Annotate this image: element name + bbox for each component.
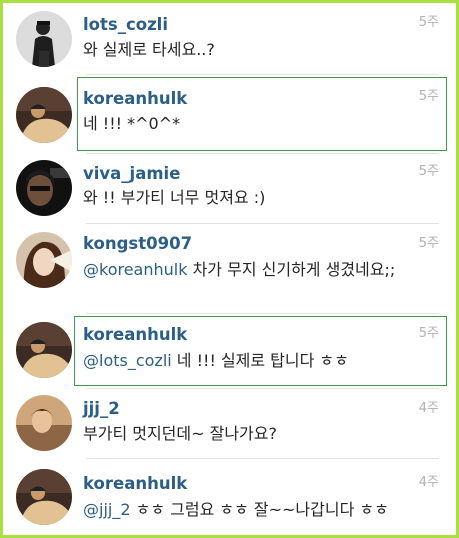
comment-username[interactable]: lots_cozli [83,15,168,34]
comment-body: 네 !!! 실제로 탑니다 ㅎㅎ [171,351,349,370]
comment-body: 부가티 멋지던데~ 잘나가요? [83,424,277,443]
comment-text: 네 !!! *^0^* [83,111,435,137]
avatar-photo-koreanhulk [16,322,72,378]
comment-username[interactable]: kongst0907 [83,234,192,253]
comment-username[interactable]: koreanhulk [83,89,187,108]
comment-item: viva_jamie 5주 와 !! 부가티 너무 멋져요 :) [6,154,453,224]
comment-body: 와 !! 부가티 너무 멋져요 :) [83,188,266,207]
user-avatar[interactable] [16,11,72,67]
comment-username[interactable]: koreanhulk [83,325,187,344]
user-avatar[interactable] [16,160,72,216]
comment-item: lots_cozli 5주 와 실제로 타세요..? [6,3,453,75]
comment-body: ㅎㅎ 그럼요 ㅎㅎ 잘~~나갑니다 ㅎㅎ [130,500,389,519]
comment-username[interactable]: viva_jamie [83,164,180,183]
avatar-photo-kongst [16,232,72,288]
comment-username[interactable]: koreanhulk [83,474,187,493]
comment-item: koreanhulk 5주 네 !!! *^0^* [6,75,453,154]
comment-item: jjj_2 4주 부가티 멋지던데~ 잘나가요? [6,389,453,459]
comment-item: kongst0907 5주 @koreanhulk 차가 무지 신기하게 생겼네… [6,224,453,314]
mention-link[interactable]: @lots_cozli [83,351,172,370]
comments-panel: lots_cozli 5주 와 실제로 타세요..? koreanhulk 5주… [0,0,459,538]
comment-timestamp: 5주 [418,89,439,104]
comment-text: @jjj_2 ㅎㅎ 그럼요 ㅎㅎ 잘~~나갑니다 ㅎㅎ [83,497,435,523]
comment-text: 부가티 멋지던데~ 잘나가요? [83,421,435,447]
avatar-photo-koreanhulk [16,469,72,525]
comment-text: 와 !! 부가티 너무 멋져요 :) [83,185,435,211]
comment-body: 차가 무지 신기하게 생겼네요;; [187,260,396,279]
user-avatar[interactable] [16,232,72,288]
avatar-photo-koreanhulk [16,87,72,143]
comment-timestamp: 5주 [418,236,439,251]
comment-item: koreanhulk 5주 @lots_cozli 네 !!! 실제로 탑니다 … [6,314,453,389]
comment-text: @koreanhulk 차가 무지 신기하게 생겼네요;; [83,257,435,283]
comment-text: @lots_cozli 네 !!! 실제로 탑니다 ㅎㅎ [83,348,435,374]
comment-body: 네 !!! *^0^* [83,114,181,133]
user-avatar[interactable] [16,87,72,143]
user-avatar[interactable] [16,469,72,525]
avatar-photo-jjj2 [16,395,72,451]
user-avatar[interactable] [16,322,72,378]
comment-timestamp: 5주 [418,15,439,30]
comment-item: koreanhulk 4주 @jjj_2 ㅎㅎ 그럼요 ㅎㅎ 잘~~나갑니다 ㅎ… [6,459,453,535]
comment-timestamp: 4주 [418,401,439,416]
comment-timestamp: 5주 [418,326,439,341]
comment-text: 와 실제로 타세요..? [83,37,435,63]
comment-timestamp: 5주 [418,164,439,179]
comment-timestamp: 4주 [418,475,439,490]
avatar-photo-man-cap [16,11,72,67]
mention-link[interactable]: @jjj_2 [83,500,131,519]
comment-username[interactable]: jjj_2 [83,399,120,418]
comment-body: 와 실제로 타세요..? [83,40,215,59]
avatar-photo-viva-jamie [16,160,72,216]
user-avatar[interactable] [16,395,72,451]
mention-link[interactable]: @koreanhulk [83,260,188,279]
